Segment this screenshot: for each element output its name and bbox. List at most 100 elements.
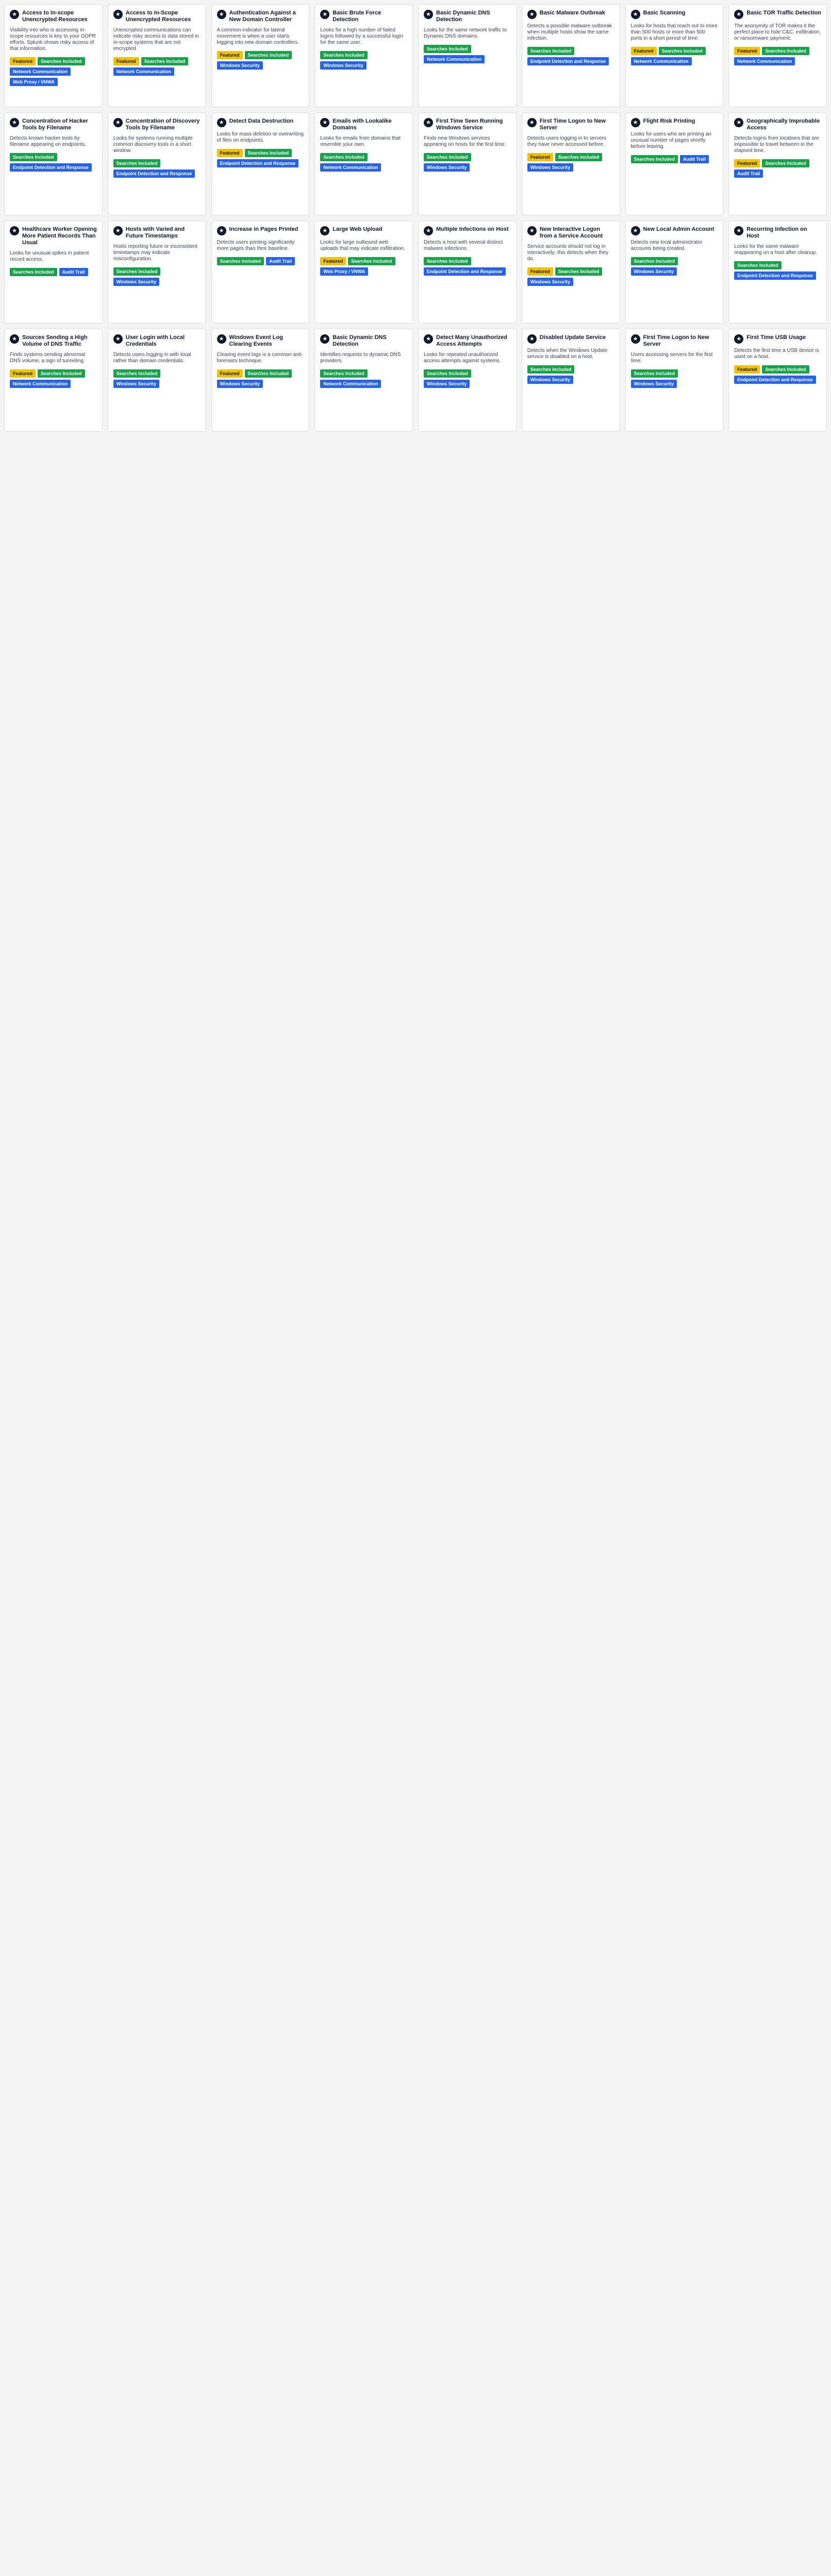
- card-icon: ★: [424, 226, 433, 235]
- card-icon: ★: [527, 334, 537, 344]
- badge: Searches Included: [630, 257, 678, 265]
- use-case-card[interactable]: ★ Windows Event Log Clearing Events Cleari…: [211, 329, 310, 432]
- card-title: Disabled Update Service: [539, 334, 606, 341]
- use-case-card[interactable]: ★ Healthcare Worker Opening More Patient …: [4, 221, 103, 324]
- badge: Network Communication: [113, 67, 174, 76]
- use-case-card[interactable]: ★ Basic Scanning Looks for hosts that reac…: [625, 4, 724, 107]
- badge: Network Communication: [320, 380, 381, 388]
- badge: Windows Security: [217, 61, 263, 70]
- use-case-card[interactable]: ★ First Time USB Usage Detects the first t…: [728, 329, 827, 432]
- badge: Searches Included: [527, 365, 575, 374]
- badges: Searches Included Network Communication: [320, 368, 407, 389]
- use-case-card[interactable]: ★ Disabled Update Service Detects when the…: [521, 329, 620, 432]
- card-icon: ★: [10, 118, 19, 127]
- card-title: Basic Dynamic DNS Detection: [436, 10, 490, 23]
- card-icon: ★: [217, 10, 226, 19]
- use-case-card[interactable]: ★ Large Web Upload Looks for large outboun…: [314, 221, 413, 324]
- badge: Network Communication: [734, 57, 795, 65]
- use-case-card[interactable]: ★ Concentration of Discovery Tools by Fil…: [107, 112, 206, 215]
- badge: Searches Included: [10, 268, 57, 276]
- badges: Searches Included Windows Security: [630, 368, 718, 389]
- use-case-card[interactable]: ★ Hosts with Varied and Future Timestamps…: [107, 221, 206, 324]
- card-description: Unencrypted communications can indicate …: [113, 27, 199, 52]
- badge: Endpoint Detection and Response: [734, 272, 816, 280]
- card-title: New Interactive Logon from a Service Acc…: [539, 226, 603, 239]
- use-case-card[interactable]: ★ Detect Many Unauthorized Access Attempt…: [418, 329, 517, 432]
- card-icon: ★: [734, 334, 744, 344]
- use-case-card[interactable]: ★ Geographically Improbable Access Detects…: [728, 112, 827, 215]
- card-description: Detects logins from locations that are i…: [734, 135, 819, 154]
- card-description: Visibility into who is accessing in-scop…: [10, 27, 96, 52]
- badges: Searches Included Endpoint Detection and …: [10, 152, 97, 173]
- card-icon: ★: [630, 226, 640, 235]
- use-case-card[interactable]: ★ Basic TOR Traffic Detection The anonymit…: [728, 4, 827, 107]
- use-case-card[interactable]: ★ First Time Logon to New Server Detects u…: [521, 112, 620, 215]
- badge: Network Communication: [10, 67, 71, 76]
- card-icon: ★: [527, 226, 537, 235]
- use-case-card[interactable]: ★ Access to In-scope Unencrypted Resource…: [4, 4, 103, 107]
- badge: Searches Included: [38, 369, 85, 378]
- card-description: Looks for the same network traffic to Dy…: [424, 27, 507, 39]
- use-case-card[interactable]: ★ Emails with Lookalike Domains Looks for …: [314, 112, 413, 215]
- badge: Endpoint Detection and Response: [734, 376, 816, 384]
- badge: Searches Included: [38, 57, 85, 65]
- badge: Searches Included: [320, 153, 368, 161]
- use-case-card[interactable]: ★ Authentication Against a New Domain Con…: [211, 4, 310, 107]
- use-case-card[interactable]: ★ User Login with Local Credentials Detect…: [107, 329, 206, 432]
- card-description: Finds systems sending abnormal DNS volum…: [10, 352, 86, 364]
- card-description: Looks for users who are printing an unus…: [630, 131, 711, 149]
- badges: Searches Included Windows Security: [630, 256, 718, 277]
- card-title: Access to In-scope Unencrypted Resources: [22, 10, 88, 23]
- use-case-card[interactable]: ★ New Local Admin Account Detects new loca…: [625, 221, 724, 324]
- use-case-card[interactable]: ★ Basic Dynamic DNS Detection Identifies r…: [314, 329, 413, 432]
- card-icon: ★: [113, 118, 123, 127]
- card-description: Detects when the Windows Update service …: [527, 348, 608, 360]
- badge: Network Communication: [320, 163, 381, 172]
- use-case-card[interactable]: ★ New Interactive Logon from a Service Ac…: [521, 221, 620, 324]
- use-case-card[interactable]: ★ Concentration of Hacker Tools by Filena…: [4, 112, 103, 215]
- use-case-card[interactable]: ★ Access to In-Scope Unencrypted Resource…: [107, 4, 206, 107]
- use-case-card[interactable]: ★ First Time Logon to New Server Users acc…: [625, 329, 724, 432]
- badge: Featured: [734, 47, 760, 55]
- badge: Endpoint Detection and Response: [424, 267, 506, 276]
- badges: Featured Searches Included Endpoint Detect…: [734, 364, 821, 385]
- card-icon: ★: [217, 118, 226, 127]
- card-description: The anonymity of TOR makes it the perfec…: [734, 23, 821, 41]
- badge: Searches Included: [555, 267, 603, 276]
- badge: Searches Included: [244, 149, 292, 157]
- card-description: Looks for mass deletion or overwriting o…: [217, 131, 304, 143]
- card-icon: ★: [113, 334, 123, 344]
- card-description: Finds new Windows services appearing on …: [424, 135, 506, 147]
- use-case-card[interactable]: ★ Detect Data Destruction Looks for mass d…: [211, 112, 310, 215]
- badges: Searches Included Endpoint Detection and …: [734, 260, 821, 281]
- card-description: Users accessing servers for the first ti…: [630, 352, 713, 364]
- use-case-card[interactable]: ★ Basic Malware Outbreak Detects a possibl…: [521, 4, 620, 107]
- use-case-card[interactable]: ★ Multiple Infections on Host Detects a ho…: [418, 221, 517, 324]
- card-description: Service accounts should not log in inter…: [527, 244, 609, 262]
- badge: Audit Trail: [734, 170, 763, 178]
- badge: Searches Included: [424, 369, 471, 378]
- badge: Featured: [10, 369, 36, 378]
- badges: Searches Included Windows Security: [527, 364, 614, 385]
- card-title: Flight Risk Printing: [643, 118, 695, 124]
- badge: Windows Security: [113, 380, 160, 388]
- card-title: New Local Admin Account: [643, 226, 714, 232]
- card-icon: ★: [734, 118, 744, 127]
- use-case-card[interactable]: ★ First Time Seen Running Windows Service…: [418, 112, 517, 215]
- use-case-card[interactable]: ★ Sources Sending a High Volume of DNS Tr…: [4, 329, 103, 432]
- card-title: Basic TOR Traffic Detection: [746, 10, 821, 16]
- use-case-card[interactable]: ★ Increase in Pages Printed Detects users …: [211, 221, 310, 324]
- badges: Featured Searches Included Network Communi…: [10, 368, 97, 389]
- card-description: Looks for repeated unauthorized access a…: [424, 352, 501, 364]
- badge: Featured: [10, 57, 36, 65]
- card-description: Looks for unusual spikes in patient reco…: [10, 250, 89, 262]
- badge: Endpoint Detection and Response: [527, 57, 609, 65]
- card-description: Looks for large outbound web uploads tha…: [320, 240, 405, 251]
- card-title: Basic Dynamic DNS Detection: [333, 334, 387, 347]
- use-case-card[interactable]: ★ Basic Dynamic DNS Detection Looks for th…: [418, 4, 517, 107]
- use-case-card[interactable]: ★ Basic Brute Force Detection Looks for a …: [314, 4, 413, 107]
- use-case-card[interactable]: ★ Flight Risk Printing Looks for users who…: [625, 112, 724, 215]
- use-case-card[interactable]: ★ Recurring Infection on Host Looks for th…: [728, 221, 827, 324]
- card-description: Looks for a high number of failed logins…: [320, 27, 403, 45]
- badge: Searches Included: [348, 257, 395, 265]
